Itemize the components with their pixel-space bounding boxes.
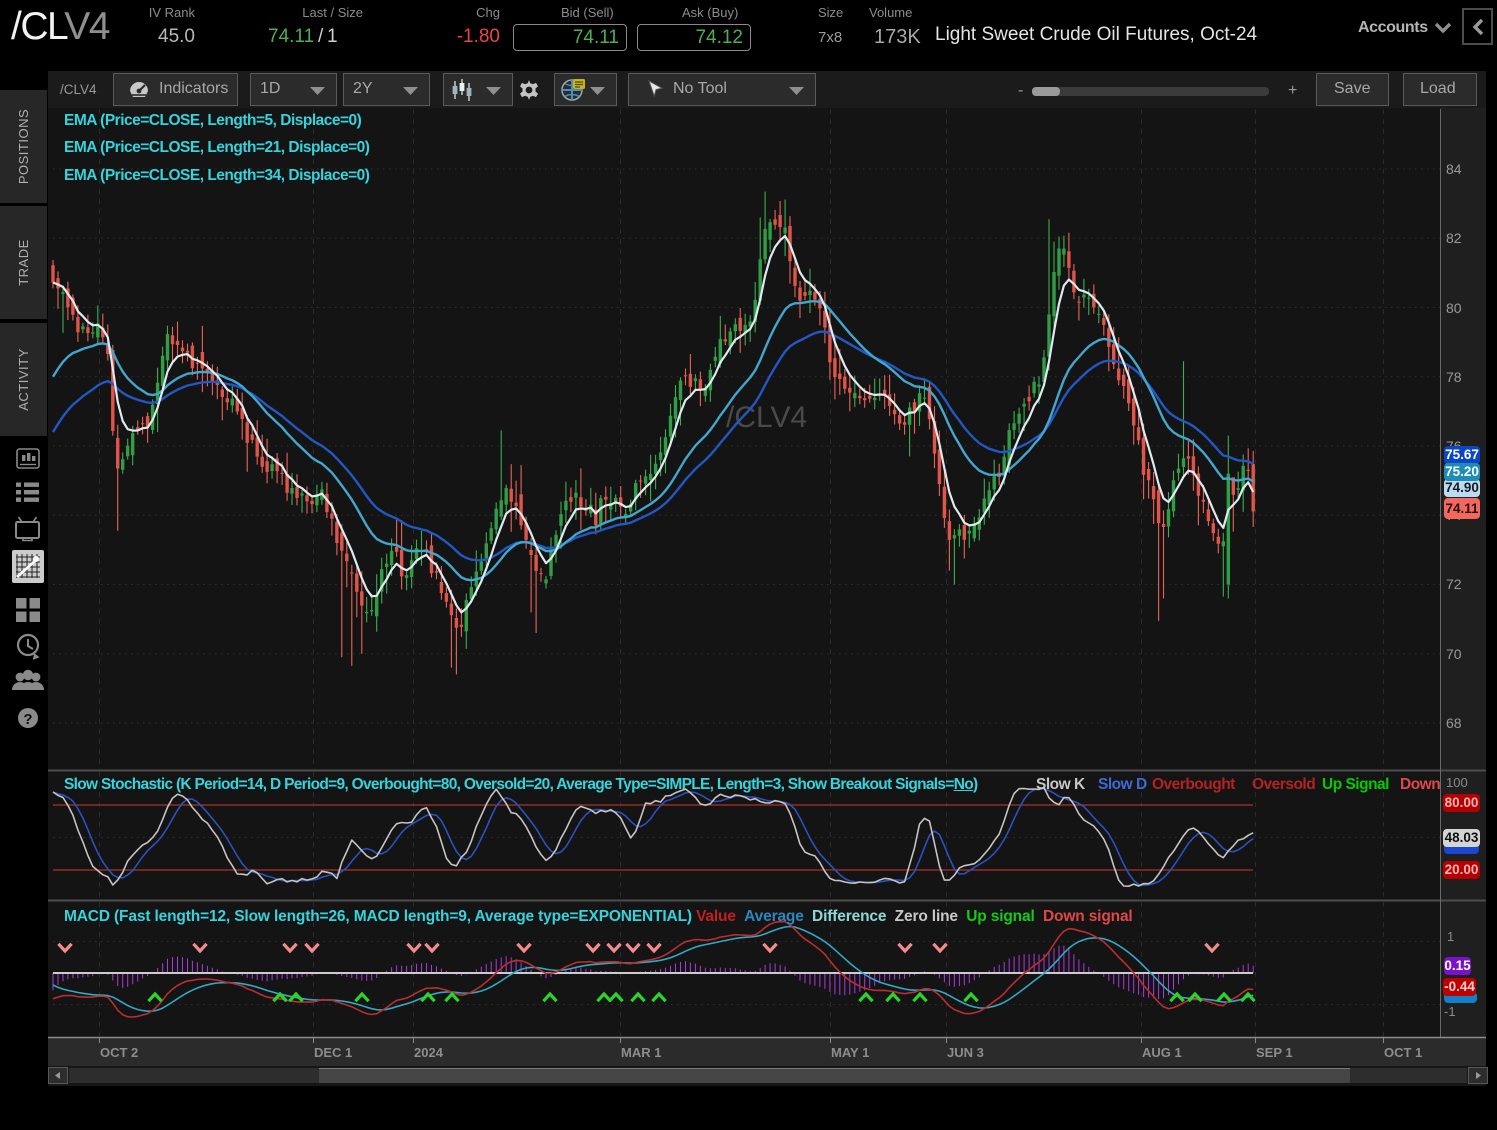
svg-text:/CLV4: /CLV4 (726, 401, 807, 434)
